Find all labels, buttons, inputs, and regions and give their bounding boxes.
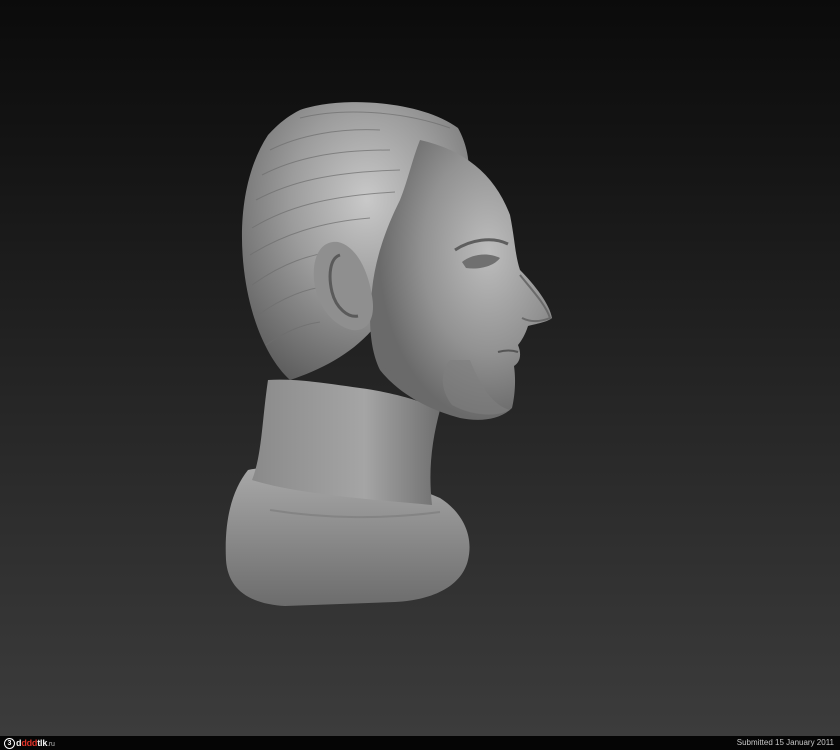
3ddd-logo-icon: 3 xyxy=(4,737,15,749)
bust-neck xyxy=(252,379,440,505)
render-viewport xyxy=(0,0,840,736)
logo-text: ddddtlk.ru xyxy=(16,738,55,748)
3ddd-logo[interactable]: 3 ddddtlk.ru xyxy=(4,737,55,749)
footer-bar: 3 ddddtlk.ru Submitted 15 January 2011 xyxy=(0,736,840,750)
sculpted-head-bust xyxy=(225,102,552,606)
submitted-date: Submitted 15 January 2011 xyxy=(736,738,834,747)
